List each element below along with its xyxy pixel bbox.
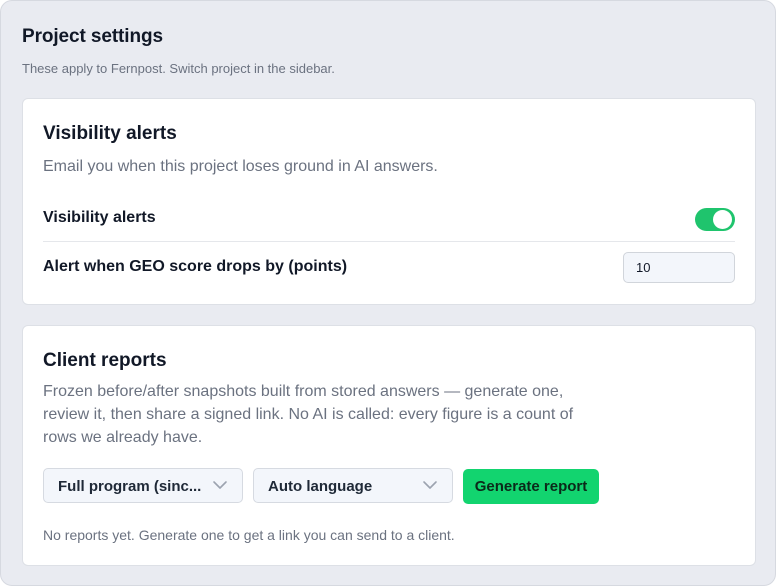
reports-description-line: rows we already have. bbox=[43, 429, 203, 446]
chevron-down-icon bbox=[423, 481, 437, 489]
chevron-down-icon bbox=[213, 481, 227, 489]
empty-reports-note: No reports yet. Generate one to get a li… bbox=[43, 527, 455, 543]
reports-description-line: review it, then share a signed link. No … bbox=[43, 406, 574, 423]
reports-card-description: Frozen before/after snapshots built from… bbox=[43, 380, 573, 449]
report-period-select[interactable]: Full program (sinc... bbox=[43, 468, 243, 503]
geo-drop-threshold-input[interactable] bbox=[623, 252, 735, 283]
generate-report-button[interactable]: Generate report bbox=[463, 469, 599, 504]
visibility-toggle-label: Visibility alerts bbox=[43, 209, 156, 226]
settings-panel: Project settings These apply to Fernpost… bbox=[0, 0, 776, 586]
reports-description-line: Frozen before/after snapshots built from… bbox=[43, 383, 564, 400]
page-title: Project settings bbox=[22, 26, 163, 47]
visibility-alerts-card: Visibility alerts Email you when this pr… bbox=[22, 98, 756, 305]
visibility-card-title: Visibility alerts bbox=[43, 123, 177, 144]
threshold-label: Alert when GEO score drops by (points) bbox=[43, 258, 348, 275]
report-language-select[interactable]: Auto language bbox=[253, 468, 453, 503]
client-reports-card: Client reports Frozen before/after snaps… bbox=[22, 325, 756, 566]
report-language-value: Auto language bbox=[268, 478, 373, 495]
toggle-knob bbox=[713, 210, 732, 229]
divider bbox=[43, 241, 735, 242]
visibility-alerts-toggle[interactable] bbox=[695, 208, 735, 231]
reports-card-title: Client reports bbox=[43, 350, 167, 371]
report-period-value: Full program (sinc... bbox=[58, 478, 202, 495]
page-subtitle: These apply to Fernpost. Switch project … bbox=[22, 61, 335, 76]
visibility-card-description: Email you when this project loses ground… bbox=[43, 158, 438, 175]
